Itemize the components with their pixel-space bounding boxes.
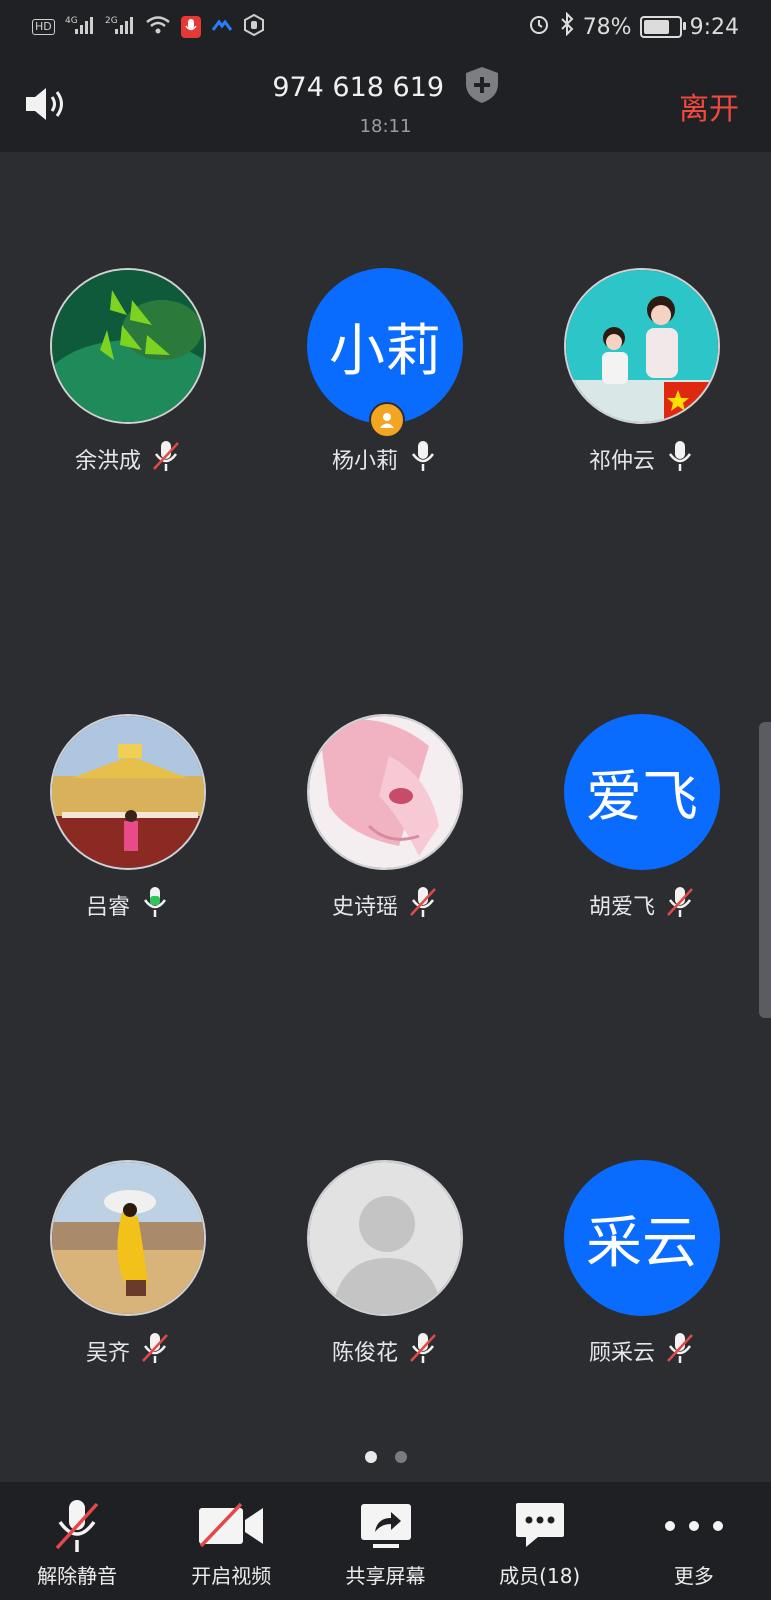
unmute-button[interactable]: 解除静音 — [0, 1482, 154, 1600]
mic-muted-icon — [408, 886, 438, 924]
more-dots-icon — [662, 1498, 726, 1554]
members-button[interactable]: 成员(18) — [463, 1482, 617, 1600]
mic-recording-icon — [180, 16, 201, 38]
more-button[interactable]: 更多 — [617, 1482, 771, 1600]
participant-nameline: 祁仲云 — [514, 440, 770, 478]
participant-name: 余洪成 — [74, 449, 141, 474]
more-label: 更多 — [673, 1564, 714, 1588]
avatar — [50, 714, 206, 870]
meeting-id-row[interactable]: 974 618 619 — [0, 66, 771, 111]
meeting-elapsed-time: 18:11 — [359, 116, 412, 137]
participant-name: 祁仲云 — [588, 449, 655, 474]
page-dot[interactable] — [394, 1451, 407, 1463]
mic-muted-icon — [140, 1332, 170, 1370]
unmute-label: 解除静音 — [37, 1564, 118, 1588]
scrollbar[interactable] — [759, 722, 771, 1018]
default-avatar-icon — [309, 1162, 461, 1314]
alarm-icon — [527, 12, 551, 42]
members-label: 成员(18) — [499, 1564, 581, 1588]
participant-name: 吴齐 — [85, 1341, 130, 1366]
participant-nameline: 胡爱飞 — [514, 886, 770, 924]
signal-2g-label: 2G — [105, 16, 118, 26]
anime-photo — [309, 716, 461, 868]
share-screen-button[interactable]: 共享屏幕 — [308, 1482, 462, 1600]
participant-nameline: 吕睿 — [0, 886, 256, 924]
avatar — [50, 268, 206, 424]
participant-name: 顾采云 — [588, 1341, 655, 1366]
battery-fill — [643, 20, 670, 34]
video-off-icon — [197, 1498, 265, 1554]
mic-muted-icon — [665, 1332, 695, 1370]
mic-muted-icon — [665, 886, 695, 924]
mic-muted-icon — [53, 1498, 101, 1554]
participant-nameline: 史诗瑶 — [257, 886, 513, 924]
participant-name: 胡爱飞 — [588, 895, 655, 920]
page-dot-active[interactable] — [364, 1451, 377, 1463]
hand-icon — [243, 13, 265, 40]
avatar: 爱飞 — [564, 714, 720, 870]
start-video-button[interactable]: 开启视频 — [154, 1482, 308, 1600]
avatar-text: 小莉 — [329, 318, 441, 384]
status-left: HD 4G 2G — [32, 13, 265, 40]
status-right: 78% 9:24 — [527, 11, 739, 42]
battery-icon — [639, 16, 686, 38]
bottom-toolbar: 解除静音 开启视频 共享屏幕 成员(18) 更多 — [0, 1482, 771, 1600]
participant-name: 吕睿 — [85, 895, 130, 920]
participant-nameline: 余洪成 — [0, 440, 256, 478]
leave-button[interactable]: 离开 — [679, 84, 739, 128]
palace-photo — [52, 716, 204, 868]
page-indicator[interactable] — [0, 1451, 771, 1463]
participant-nameline: 吴齐 — [0, 1332, 256, 1370]
signal-4g-icon: 4G — [65, 14, 95, 40]
avatar — [307, 714, 463, 870]
wifi-icon — [145, 14, 171, 40]
desert-photo — [52, 1162, 204, 1314]
avatar-text: 采云 — [586, 1210, 698, 1276]
avatar — [564, 268, 720, 424]
mother-child-photo — [566, 270, 718, 422]
mic-muted-icon — [151, 440, 181, 478]
shield-icon[interactable] — [465, 66, 499, 111]
participant-name: 杨小莉 — [331, 449, 398, 474]
host-badge-icon — [369, 402, 405, 438]
signal-2g-icon: 2G — [105, 14, 135, 40]
clock: 9:24 — [689, 14, 739, 40]
share-screen-icon — [359, 1498, 413, 1554]
participant-name: 陈俊花 — [331, 1341, 398, 1366]
hd-icon: HD — [32, 19, 55, 35]
avatar-text: 爱飞 — [586, 764, 698, 830]
signal-4g-label: 4G — [65, 16, 78, 26]
avatar: 采云 — [564, 1160, 720, 1316]
meeting-id: 974 618 619 — [272, 72, 445, 103]
mic-muted-icon — [408, 1332, 438, 1370]
mic-speaking-icon — [140, 886, 170, 924]
participant-nameline: 顾采云 — [514, 1332, 770, 1370]
mic-on-icon — [408, 440, 438, 478]
avatar: 小莉 — [307, 268, 463, 438]
mic-on-icon — [665, 440, 695, 478]
bluetooth-icon — [559, 11, 575, 42]
avatar — [50, 1160, 206, 1316]
battery-percent: 78% — [582, 14, 632, 40]
start-video-label: 开启视频 — [191, 1564, 272, 1588]
leaves-photo — [52, 270, 204, 422]
avatar — [307, 1160, 463, 1316]
participant-nameline: 杨小莉 — [257, 440, 513, 478]
chat-bubble-icon — [514, 1498, 566, 1554]
status-bar: HD 4G 2G 78% 9:24 — [0, 0, 771, 58]
share-screen-label: 共享屏幕 — [345, 1564, 426, 1588]
participant-name: 史诗瑶 — [331, 895, 398, 920]
app-notification-icon — [211, 18, 233, 36]
participant-nameline: 陈俊花 — [257, 1332, 513, 1370]
